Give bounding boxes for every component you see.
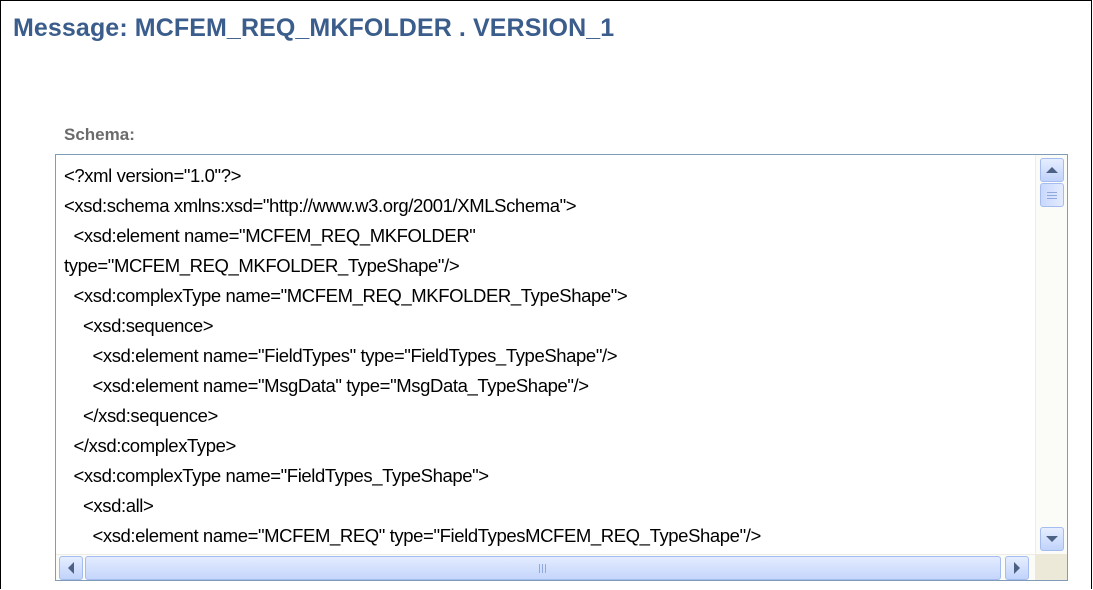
grip-line (539, 564, 540, 573)
vertical-scrollbar[interactable] (1035, 155, 1067, 554)
schema-textarea[interactable]: <?xml version="1.0"?> <xsd:schema xmlns:… (55, 154, 1068, 581)
schema-text-content[interactable]: <?xml version="1.0"?> <xsd:schema xmlns:… (56, 155, 1035, 554)
scroll-up-button[interactable] (1040, 158, 1064, 182)
schema-line: <xsd:all> (64, 495, 154, 516)
schema-line: <xsd:element name="MCFEM_REQ" type="Fiel… (64, 525, 761, 546)
schema-line: <xsd:element name="FieldTypes" type="Fie… (64, 345, 618, 366)
page-title: Message: MCFEM_REQ_MKFOLDER . VERSION_1 (13, 14, 615, 42)
horizontal-scrollbar[interactable] (56, 554, 1035, 580)
grip-line (542, 564, 543, 573)
scrollbar-corner (1035, 554, 1067, 580)
scroll-right-button[interactable] (1005, 556, 1029, 580)
schema-line: <xsd:schema xmlns:xsd="http://www.w3.org… (64, 195, 577, 216)
chevron-down-icon (1046, 536, 1058, 542)
schema-line: </xsd:sequence> (64, 405, 218, 426)
horizontal-scroll-thumb[interactable] (85, 556, 1001, 580)
scroll-down-button[interactable] (1040, 527, 1064, 551)
grip-line (1047, 198, 1057, 199)
grip-line (1047, 195, 1057, 196)
grip-line (1047, 192, 1057, 193)
grip-line (545, 564, 546, 573)
vertical-scroll-thumb[interactable] (1040, 183, 1064, 207)
schema-label: Schema: (64, 125, 135, 144)
chevron-left-icon (68, 562, 74, 574)
schema-line: <xsd:sequence> (64, 315, 214, 336)
schema-line: <xsd:element name="MCFEM_REQ_MKFOLDER" (64, 225, 476, 246)
scroll-left-button[interactable] (59, 556, 83, 580)
schema-line: <?xml version="1.0"?> (64, 165, 241, 186)
schema-line: </xsd:complexType> (64, 435, 236, 456)
chevron-right-icon (1014, 562, 1020, 574)
schema-line: <xsd:element name="MsgData" type="MsgDat… (64, 375, 589, 396)
schema-line: <xsd:complexType name="FieldTypes_TypeSh… (64, 465, 489, 486)
schema-line: type="MCFEM_REQ_MKFOLDER_TypeShape"/> (64, 255, 460, 276)
chevron-up-icon (1046, 167, 1058, 173)
schema-line: <xsd:complexType name="MCFEM_REQ_MKFOLDE… (64, 285, 628, 306)
